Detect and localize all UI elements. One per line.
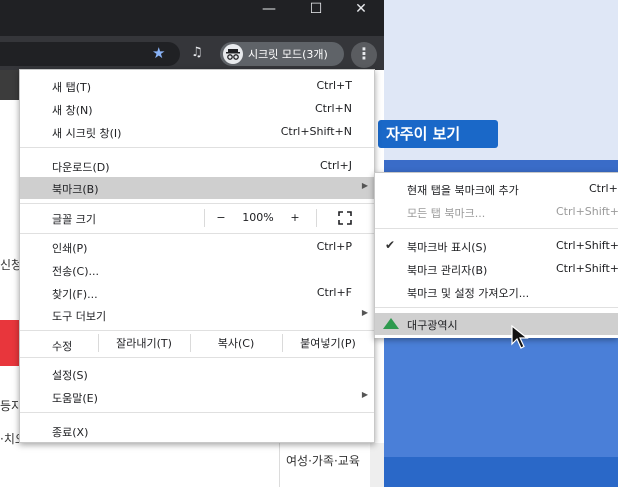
page-view-button[interactable]: 자주이 보기 [378, 120, 498, 148]
submenu-item-import[interactable]: 북마크 및 설정 가져오기... [375, 281, 618, 303]
cut-button[interactable]: 잘라내기(T) [100, 332, 188, 356]
menu-separator [20, 357, 374, 358]
menu-separator [375, 228, 618, 229]
page-right-band [384, 160, 618, 172]
submenu-arrow-icon: ▶ [361, 308, 368, 317]
menu-item-zoom: 글꼴 크기 − 100% + [20, 207, 374, 229]
menu-item-label: 새 창(N) [52, 104, 93, 117]
fullscreen-icon [338, 211, 352, 225]
close-window-button[interactable]: ✕ [338, 0, 384, 20]
menu-item-label: 다운로드(D) [52, 161, 110, 174]
submenu-item-folder[interactable]: 대구광역시 [375, 313, 618, 335]
menu-item-label: 도움말(E) [52, 392, 98, 405]
zoom-level: 100% [242, 211, 274, 224]
menu-item-new-tab[interactable]: 새 탭(T) Ctrl+T [20, 75, 374, 97]
paste-button[interactable]: 붙여넣기(P) [284, 332, 372, 356]
incognito-label: 시크릿 모드(3개) [248, 48, 328, 61]
menu-item-downloads[interactable]: 다운로드(D) Ctrl+J [20, 155, 374, 177]
menu-item-more-tools[interactable]: 도구 더보기 ▶ [20, 304, 374, 326]
menu-item-shortcut: Ctrl+T [316, 79, 352, 92]
star-icon[interactable]: ★ [152, 44, 170, 62]
menu-item-shortcut: Ctrl+F [316, 286, 352, 299]
submenu-item-label: 대구광역시 [407, 319, 458, 332]
menu-item-label: 새 시크릿 창(I) [52, 127, 122, 140]
edit-divider [190, 334, 191, 352]
menu-separator [20, 412, 374, 413]
submenu-arrow-icon: ▶ [361, 390, 368, 399]
menu-item-label: 인쇄(P) [52, 242, 88, 255]
submenu-item-shortcut: Ctrl+Shift+ [556, 239, 618, 252]
page-header-strip [0, 70, 20, 100]
menu-separator [20, 330, 374, 331]
submenu-item-shortcut: Ctrl+ [589, 182, 618, 195]
zoom-divider [316, 209, 317, 227]
incognito-icon [223, 44, 243, 64]
submenu-item-bookmark-manager[interactable]: 북마크 관리자(B) Ctrl+Shift+O [375, 258, 618, 280]
bookmark-folder-icon [383, 318, 399, 329]
edit-divider [98, 334, 99, 352]
zoom-in-button[interactable]: + [284, 207, 306, 229]
submenu-item-label: 북마크 관리자(B) [407, 264, 488, 277]
menu-item-label: 북마크(B) [52, 183, 99, 196]
menu-item-help[interactable]: 도움말(E) ▶ [20, 386, 374, 408]
menu-separator [20, 147, 374, 148]
menu-separator [20, 203, 374, 204]
chrome-menu-button[interactable]: ⋮ [351, 42, 377, 68]
menu-separator [20, 233, 374, 234]
menu-item-shortcut: Ctrl+J [319, 159, 352, 172]
menu-item-shortcut: Ctrl+P [316, 240, 352, 253]
menu-item-label: 설정(S) [52, 369, 88, 382]
mouse-cursor-icon [510, 324, 534, 350]
menu-item-shortcut: Ctrl+Shift+N [280, 125, 352, 138]
menu-item-new-incognito[interactable]: 새 시크릿 창(I) Ctrl+Shift+N [20, 121, 374, 143]
zoom-divider [204, 209, 205, 227]
submenu-item-shortcut: Ctrl+Shift+O [556, 262, 618, 275]
menu-item-bookmarks[interactable]: 북마크(B) ▶ [20, 177, 374, 199]
zoom-out-button[interactable]: − [210, 207, 232, 229]
page-link[interactable]: 여성·가족·교육 [286, 452, 360, 469]
submenu-item-label: 북마크바 표시(S) [407, 241, 487, 254]
menu-item-edit: 수정 잘라내기(T) 복사(C) 붙여넣기(P) [20, 332, 374, 356]
menu-item-label: 새 탭(T) [52, 81, 92, 94]
submenu-item-bookmark-tab[interactable]: 현재 탭을 북마크에 추가 Ctrl+ [375, 178, 618, 200]
maximize-button[interactable]: ☐ [293, 0, 339, 20]
minimize-button[interactable]: — [246, 0, 292, 20]
title-bar: — ☐ ✕ [0, 0, 384, 36]
chrome-main-menu: 새 탭(T) Ctrl+T 새 창(N) Ctrl+N 새 시크릿 창(I) C… [19, 69, 375, 443]
submenu-arrow-icon: ▶ [361, 181, 368, 190]
fullscreen-button[interactable] [332, 207, 358, 229]
bookmarks-submenu: 현재 탭을 북마크에 추가 Ctrl+ 모든 탭 북마크... Ctrl+Shi… [374, 172, 618, 338]
page-scrollbar[interactable] [370, 443, 384, 487]
copy-button[interactable]: 복사(C) [192, 332, 280, 356]
menu-item-label: 수정 [52, 340, 73, 353]
checkmark-icon: ✔ [385, 238, 396, 252]
menu-item-label: 도구 더보기 [52, 310, 107, 323]
menu-item-label: 종료(X) [52, 426, 89, 439]
menu-separator [375, 307, 618, 308]
media-control-icon[interactable]: ♫ [191, 44, 211, 62]
page-right-footer [384, 457, 618, 487]
submenu-item-label: 현재 탭을 북마크에 추가 [407, 184, 519, 197]
submenu-item-label: 북마크 및 설정 가져오기... [407, 287, 530, 300]
menu-item-new-window[interactable]: 새 창(N) Ctrl+N [20, 98, 374, 120]
submenu-item-shortcut: Ctrl+Shift+ [556, 205, 618, 218]
menu-item-label: 전송(C)... [52, 265, 99, 278]
edit-divider [282, 334, 283, 352]
menu-item-shortcut: Ctrl+N [314, 102, 352, 115]
submenu-item-bookmark-all[interactable]: 모든 탭 북마크... Ctrl+Shift+ [375, 201, 618, 223]
submenu-item-show-bookmarks-bar[interactable]: ✔ 북마크바 표시(S) Ctrl+Shift+ [375, 235, 618, 257]
menu-item-label: 글꼴 크기 [52, 213, 96, 226]
menu-item-exit[interactable]: 종료(X) [20, 420, 374, 442]
menu-item-label: 찾기(F)... [52, 288, 98, 301]
submenu-item-label: 모든 탭 북마크... [407, 207, 486, 220]
menu-item-settings[interactable]: 설정(S) [20, 363, 374, 385]
page-divider [279, 443, 280, 487]
menu-item-cast[interactable]: 전송(C)... [20, 259, 374, 281]
menu-item-find[interactable]: 찾기(F)... Ctrl+F [20, 282, 374, 304]
menu-item-print[interactable]: 인쇄(P) Ctrl+P [20, 236, 374, 258]
